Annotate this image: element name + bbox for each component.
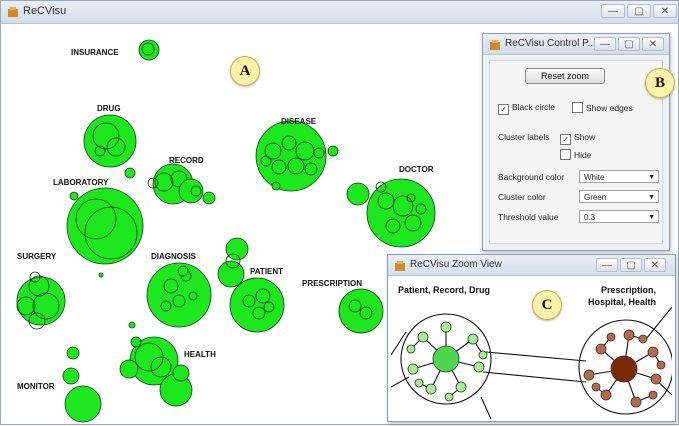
close-button[interactable]: ✕ (653, 4, 677, 18)
cluster-drug[interactable] (83, 114, 137, 168)
label-doctor: DOCTOR (399, 165, 434, 174)
label-surgery: SURGERY (17, 252, 57, 261)
minimize-button[interactable]: — (601, 4, 625, 18)
window-title: ReCVisu (23, 5, 67, 17)
cluster-patient[interactable] (229, 277, 285, 333)
close-button[interactable]: ✕ (642, 37, 664, 51)
reset-zoom-button[interactable]: Reset zoom (525, 68, 605, 84)
label-disease: DISEASE (281, 117, 317, 126)
dropdown-arrow-icon: ▼ (648, 194, 655, 201)
main-titlebar[interactable]: ReCVisu — ▢ ✕ (1, 1, 678, 24)
label-record: RECORD (169, 156, 204, 165)
close-button[interactable]: ✕ (644, 258, 666, 272)
threshold-label: Threshold value (498, 212, 559, 222)
control-panel-window: ReCVisu Control P... — ▢ ✕ Reset zoom ✓ B… (482, 33, 670, 251)
control-panel-titlebar[interactable]: ReCVisu Control P... — ▢ ✕ (483, 34, 669, 55)
threshold-select[interactable]: 0.3 ▼ (579, 210, 659, 223)
black-circle-checkbox[interactable]: ✓ Black circle (498, 102, 555, 115)
app-icon (8, 7, 18, 17)
show-edges-checkbox[interactable]: Show edges (572, 102, 633, 113)
zoom-right-cluster-label-line2: Hospital, Health (587, 297, 656, 307)
cluster-doctor[interactable] (366, 178, 436, 248)
app-icon (395, 261, 405, 271)
background-color-select[interactable]: White ▼ (579, 170, 659, 183)
cluster-laboratory[interactable] (66, 187, 144, 265)
label-patient: PATIENT (250, 267, 283, 276)
labels-show-checkbox[interactable]: ✓ Show (560, 132, 595, 145)
control-panel-body: Reset zoom ✓ Black circle Show edges Clus… (489, 60, 663, 244)
label-health: HEALTH (184, 350, 216, 359)
label-insurance: INSURANCE (71, 48, 119, 57)
background-color-label: Background color (498, 172, 565, 182)
label-diagnosis: DIAGNOSIS (151, 252, 197, 261)
checkbox-check-icon: ✓ (560, 134, 571, 145)
cluster-prescription[interactable] (338, 288, 384, 334)
labels-hide-checkbox[interactable]: Hide (560, 149, 591, 160)
cluster-color-label: Cluster color (498, 192, 546, 202)
zoom-view-window: ReCVisu Zoom View — ▢ ✕ Patient, Record,… (387, 254, 676, 422)
zoom-view-titlebar[interactable]: ReCVisu Zoom View — ▢ ✕ (388, 255, 675, 276)
maximize-button[interactable]: ▢ (627, 4, 651, 18)
maximize-button[interactable]: ▢ (620, 258, 642, 272)
cluster-monitor[interactable] (64, 385, 102, 423)
label-drug: DRUG (97, 104, 121, 113)
badge-b: B (645, 68, 675, 98)
label-prescription: PRESCRIPTION (302, 279, 362, 288)
label-monitor: MONITOR (17, 382, 55, 391)
badge-a: A (230, 56, 260, 86)
zoom-left-cluster-label: Patient, Record, Drug (398, 285, 491, 295)
cluster-color-select[interactable]: Green ▼ (579, 190, 659, 203)
minimize-button[interactable]: — (594, 37, 616, 51)
clusters (16, 39, 436, 423)
checkbox-check-icon: ✓ (498, 104, 509, 115)
zoom-view-title: ReCVisu Zoom View (410, 259, 502, 270)
dropdown-arrow-icon: ▼ (648, 214, 655, 221)
zoom-right-cluster-label-line1: Prescription, (600, 285, 656, 295)
control-panel-title: ReCVisu Control P... (505, 38, 596, 49)
app-icon (490, 40, 500, 50)
label-laboratory: LABORATORY (53, 178, 109, 187)
dropdown-arrow-icon: ▼ (648, 174, 655, 181)
minimize-button[interactable]: — (596, 258, 618, 272)
maximize-button[interactable]: ▢ (618, 37, 640, 51)
cluster-labels-title: Cluster labels (498, 132, 550, 142)
badge-c: C (532, 290, 562, 320)
